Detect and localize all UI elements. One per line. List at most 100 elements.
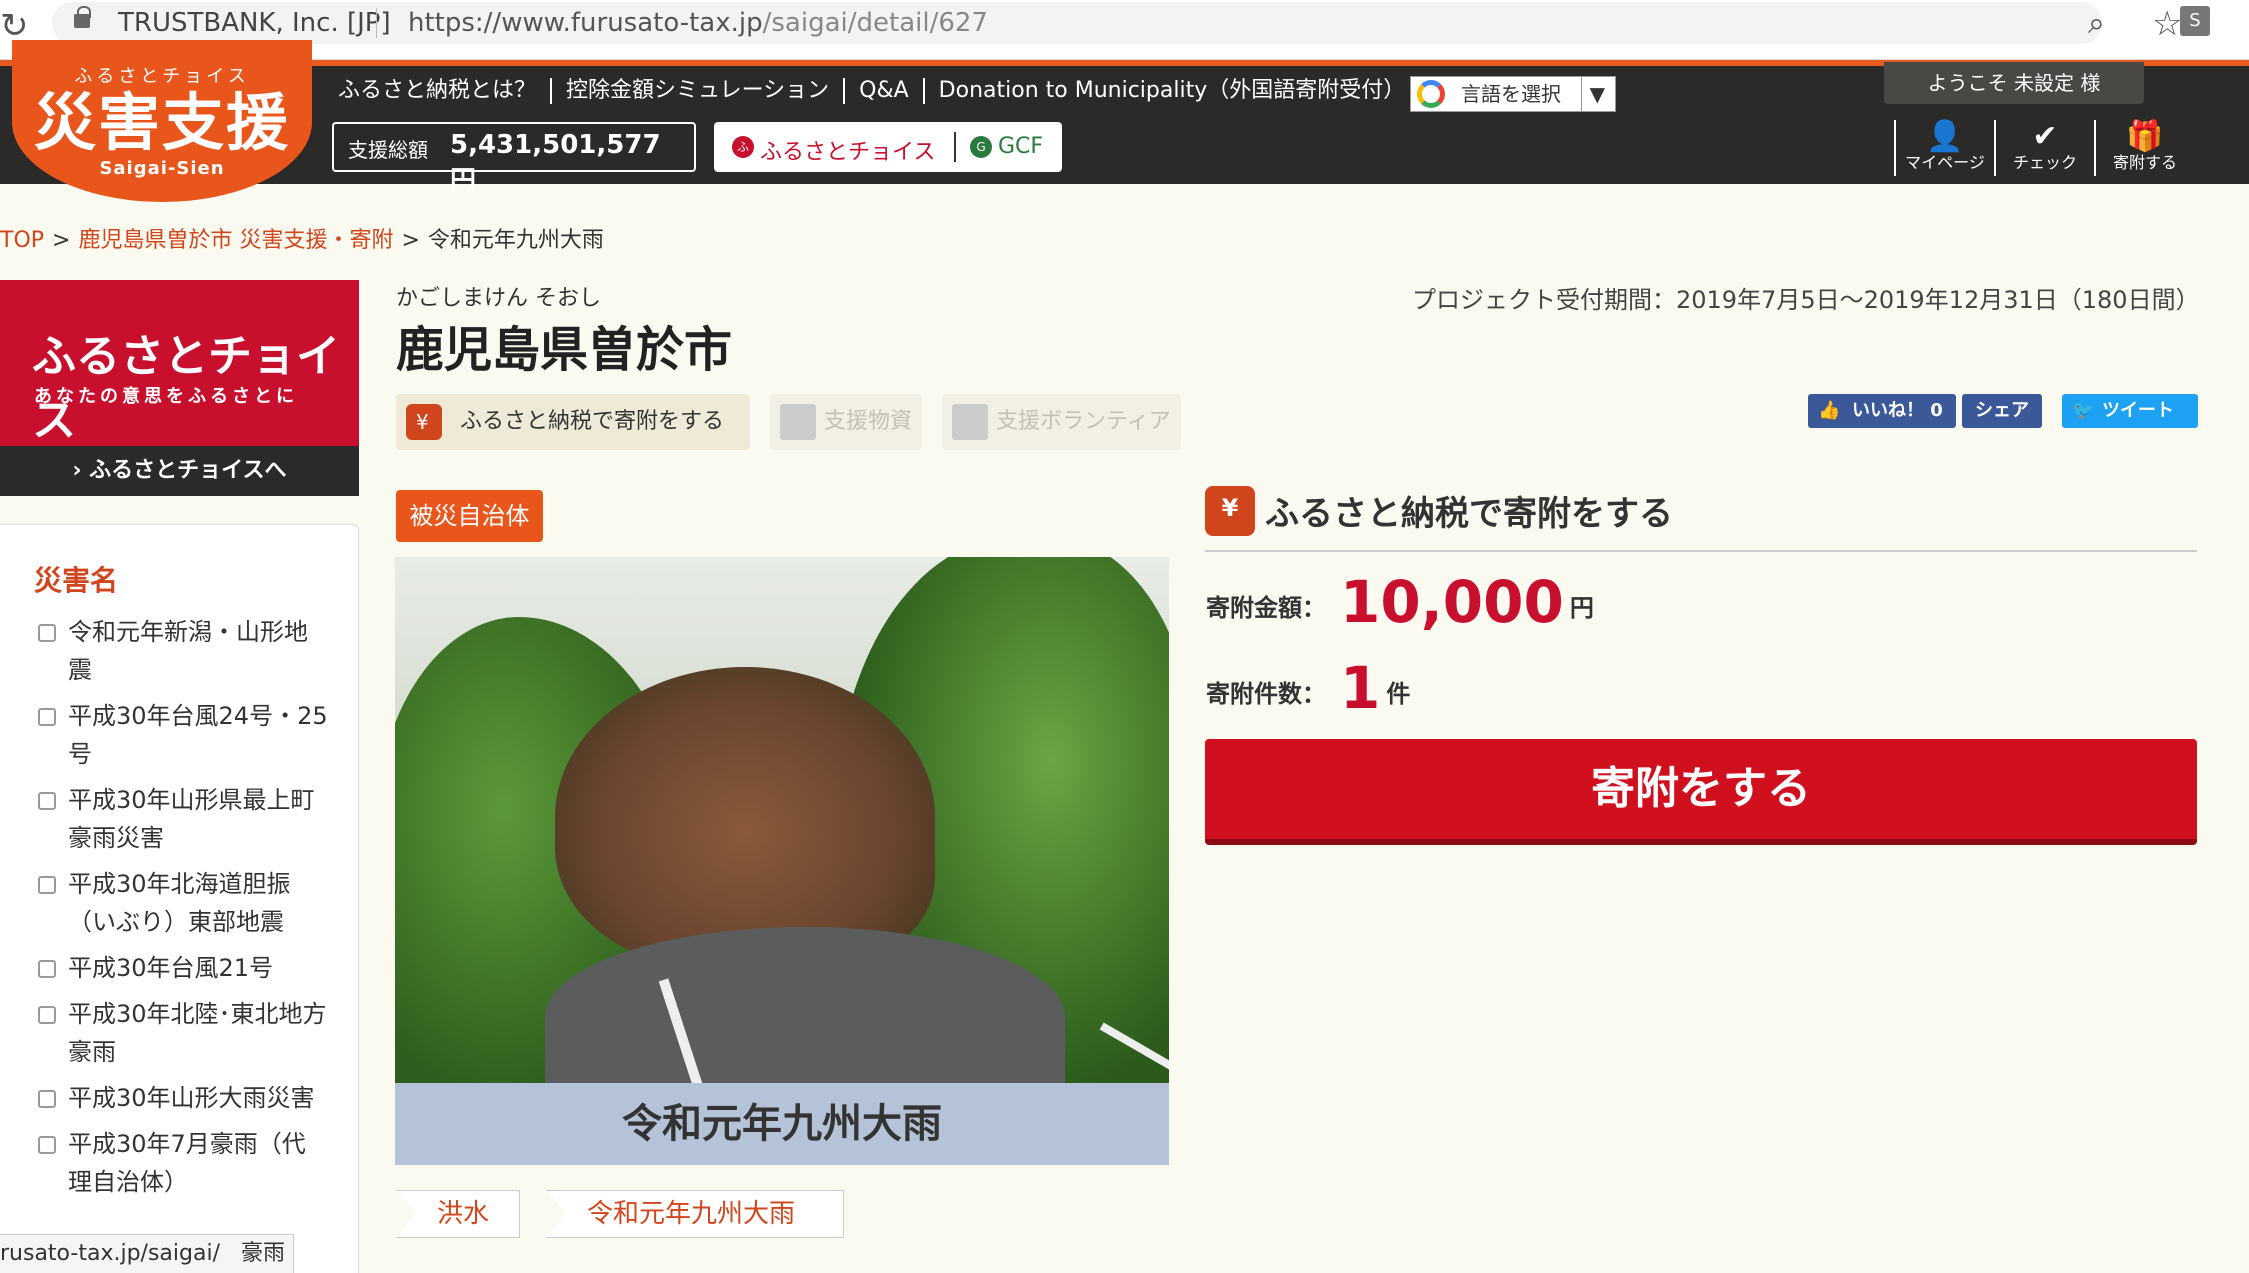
handshake-icon — [952, 404, 989, 440]
box-icon — [780, 404, 816, 440]
check-button[interactable]: ✔ チェック — [1994, 120, 2094, 176]
disaster-heading: 災害名 — [34, 564, 119, 597]
count-unit: 件 — [1386, 680, 1411, 708]
disaster-label: 平成30年7月豪雨（代理自治体） — [68, 1130, 306, 1196]
donate-header-button[interactable]: 🎁 寄附する — [2094, 120, 2194, 176]
chevron-down-icon: ▼ — [1580, 77, 1605, 111]
checkbox[interactable] — [38, 876, 56, 894]
breadcrumb-separator: > — [52, 228, 71, 253]
furusato-choice-link[interactable]: ふるさとチョイス — [760, 134, 935, 166]
mypage-button[interactable]: 👤 マイページ — [1894, 120, 1994, 176]
brand-divider — [954, 132, 956, 162]
divider — [1205, 550, 2197, 552]
breadcrumb-municipality[interactable]: 鹿児島県曽於市 災害支援・寄附 — [78, 228, 393, 253]
donation-heading-text: ふるさと納税で寄附をする — [1265, 494, 1673, 534]
donate-button[interactable]: 寄附をする — [1205, 739, 2197, 845]
site-org: TRUSTBANK, Inc. [JP] — [118, 8, 391, 38]
saigai-logo[interactable]: ふるさとチョイス 災害支援 Saigai-Sien — [12, 40, 312, 202]
logo-roman: Saigai-Sien — [99, 158, 225, 179]
checkbox[interactable] — [38, 1090, 56, 1108]
facebook-share-button[interactable]: シェア — [1962, 394, 2042, 428]
url-text[interactable]: https://www.furusato-tax.jp/saigai/detai… — [408, 8, 988, 38]
logo-small-text: ふるさとチョイス — [74, 66, 250, 87]
checkbox[interactable] — [38, 624, 56, 642]
tweet-button[interactable]: ツイート — [2062, 394, 2198, 428]
disaster-label: 平成30年山形県最上町豪雨災害 — [68, 786, 315, 852]
tab-volunteer[interactable]: 支援ボランティア — [942, 394, 1181, 450]
checkbox[interactable] — [38, 1006, 56, 1024]
gift-icon: 🎁 — [2126, 119, 2164, 154]
breadcrumb-current: 令和元年九州大雨 — [427, 228, 604, 253]
breadcrumb-top[interactable]: TOP — [0, 228, 44, 253]
furusato-choice-link-button[interactable]: › ふるさとチョイスへ — [0, 446, 359, 496]
bookmark-star-icon[interactable]: ☆ — [2152, 4, 2182, 44]
lock-icon[interactable] — [74, 6, 91, 28]
user-icon: 👤 — [1926, 119, 1964, 154]
disaster-label: 令和元年新潟・山形地震 — [68, 618, 308, 684]
donate-header-label: 寄附する — [2112, 153, 2177, 172]
checkbox[interactable] — [38, 1136, 56, 1154]
disaster-item[interactable]: 平成30年北陸･東北地方豪雨 — [38, 995, 328, 1071]
disaster-item[interactable]: 平成30年北海道胆振（いぶり）東部地震 — [38, 865, 328, 941]
zoom-icon[interactable]: ⌕ — [2088, 6, 2105, 41]
tab-label: 支援物資 — [824, 409, 913, 434]
checkbox[interactable] — [38, 792, 56, 810]
donation-heading: ¥ ふるさと納税で寄附をする — [1205, 486, 1673, 536]
yen-gift-icon: ¥ — [1205, 486, 1255, 536]
breadcrumb-separator: > — [401, 228, 420, 253]
address-bar[interactable]: TRUSTBANK, Inc. [JP] https://www.furusat… — [52, 2, 2182, 44]
browser-toolbar: ↻ TRUSTBANK, Inc. [JP] https://www.furus… — [0, 0, 2249, 60]
facebook-like-button[interactable]: いいね！ 0 — [1808, 394, 1956, 428]
total-support-value: 5,431,501,577 円 — [450, 130, 661, 196]
nav-what-is-furusato[interactable]: ふるさと納税とは？ — [338, 78, 550, 104]
disaster-item[interactable]: 平成30年山形県最上町豪雨災害 — [38, 781, 328, 857]
tab-relief-supplies[interactable]: 支援物資 — [770, 394, 923, 450]
checkmark-icon: ✔ — [2032, 119, 2058, 154]
tab-furusato-donation[interactable]: ふるさと納税で寄附をする — [396, 394, 750, 450]
total-support-box: 支援総額 5,431,501,577 円 — [332, 122, 696, 196]
tab-label: 支援ボランティア — [996, 409, 1171, 434]
disaster-label: 平成30年北海道胆振（いぶり）東部地震 — [68, 870, 291, 936]
tag-disaster[interactable]: 令和元年九州大雨 — [546, 1190, 844, 1238]
disaster-label: 平成30年山形大雨災害 — [68, 1084, 315, 1112]
furusato-choice-icon: ふ — [732, 136, 754, 158]
disaster-item[interactable]: 平成30年7月豪雨（代理自治体） — [38, 1125, 328, 1201]
support-tabs: ふるさと納税で寄附をする 支援物資 支援ボランティア — [396, 394, 1201, 450]
disaster-item[interactable]: 令和元年新潟・山形地震 — [38, 613, 328, 689]
url-main: https://www.furusato-tax.jp — [408, 8, 763, 38]
municipality-kana: かごしまけん そおし — [396, 286, 601, 311]
tag-flood[interactable]: 洪水 — [396, 1190, 520, 1238]
language-select[interactable]: 言語を選択 ▼ — [1410, 76, 1616, 112]
count-label: 寄附件数： — [1206, 680, 1326, 708]
disaster-item[interactable]: 平成30年山形大雨災害 — [38, 1079, 328, 1117]
amount-value: 10,000 — [1340, 568, 1564, 636]
disaster-item[interactable]: 平成30年台風21号 — [38, 949, 328, 987]
browser-status-bar: rusato-tax.jp/saigai/ 豪雨 — [0, 1234, 295, 1273]
status-url: rusato-tax.jp/saigai/ — [0, 1241, 220, 1266]
nav-foreign-donation[interactable]: Donation to Municipality（外国語寄附受付） — [922, 78, 1420, 104]
extension-icon[interactable]: S — [2180, 6, 2210, 36]
project-period: プロジェクト受付期間：2019年7月5日～2019年12月31日（180日間） — [1412, 286, 2200, 314]
checkbox[interactable] — [38, 708, 56, 726]
disaster-list: 令和元年新潟・山形地震 平成30年台風24号・25号 平成30年山形県最上町豪雨… — [38, 613, 328, 1209]
disaster-label: 平成30年台風21号 — [68, 954, 274, 982]
furusato-choice-banner[interactable]: ふるさとチョイス あなたの意思をふるさとに — [0, 280, 359, 446]
logo-title: 災害支援 — [33, 86, 290, 159]
status-badge: 被災自治体 — [396, 490, 543, 542]
gcf-link[interactable]: GCF — [998, 134, 1043, 159]
photo-caption: 令和元年九州大雨 — [395, 1083, 1169, 1165]
disaster-item[interactable]: 平成30年台風24号・25号 — [38, 697, 328, 773]
gcf-icon: G — [970, 136, 992, 158]
nav-simulation[interactable]: 控除金額シミュレーション — [550, 78, 843, 104]
welcome-message: ようこそ 未設定 様 — [1884, 62, 2144, 104]
nav-qa[interactable]: Q&A — [843, 78, 923, 104]
status-tail: 豪雨 — [241, 1241, 286, 1266]
disaster-label: 平成30年台風24号・25号 — [68, 702, 328, 768]
checkbox[interactable] — [38, 960, 56, 978]
disaster-label: 平成30年北陸･東北地方豪雨 — [68, 1000, 327, 1066]
header-nav: ふるさと納税とは？ 控除金額シミュレーション Q&A Donation to M… — [338, 78, 1419, 104]
amount-unit: 円 — [1569, 594, 1594, 622]
yen-gift-icon — [406, 394, 442, 450]
language-select-label: 言語を選択 — [1461, 82, 1561, 106]
brand-links: ふ ふるさとチョイス G GCF — [714, 122, 1062, 172]
